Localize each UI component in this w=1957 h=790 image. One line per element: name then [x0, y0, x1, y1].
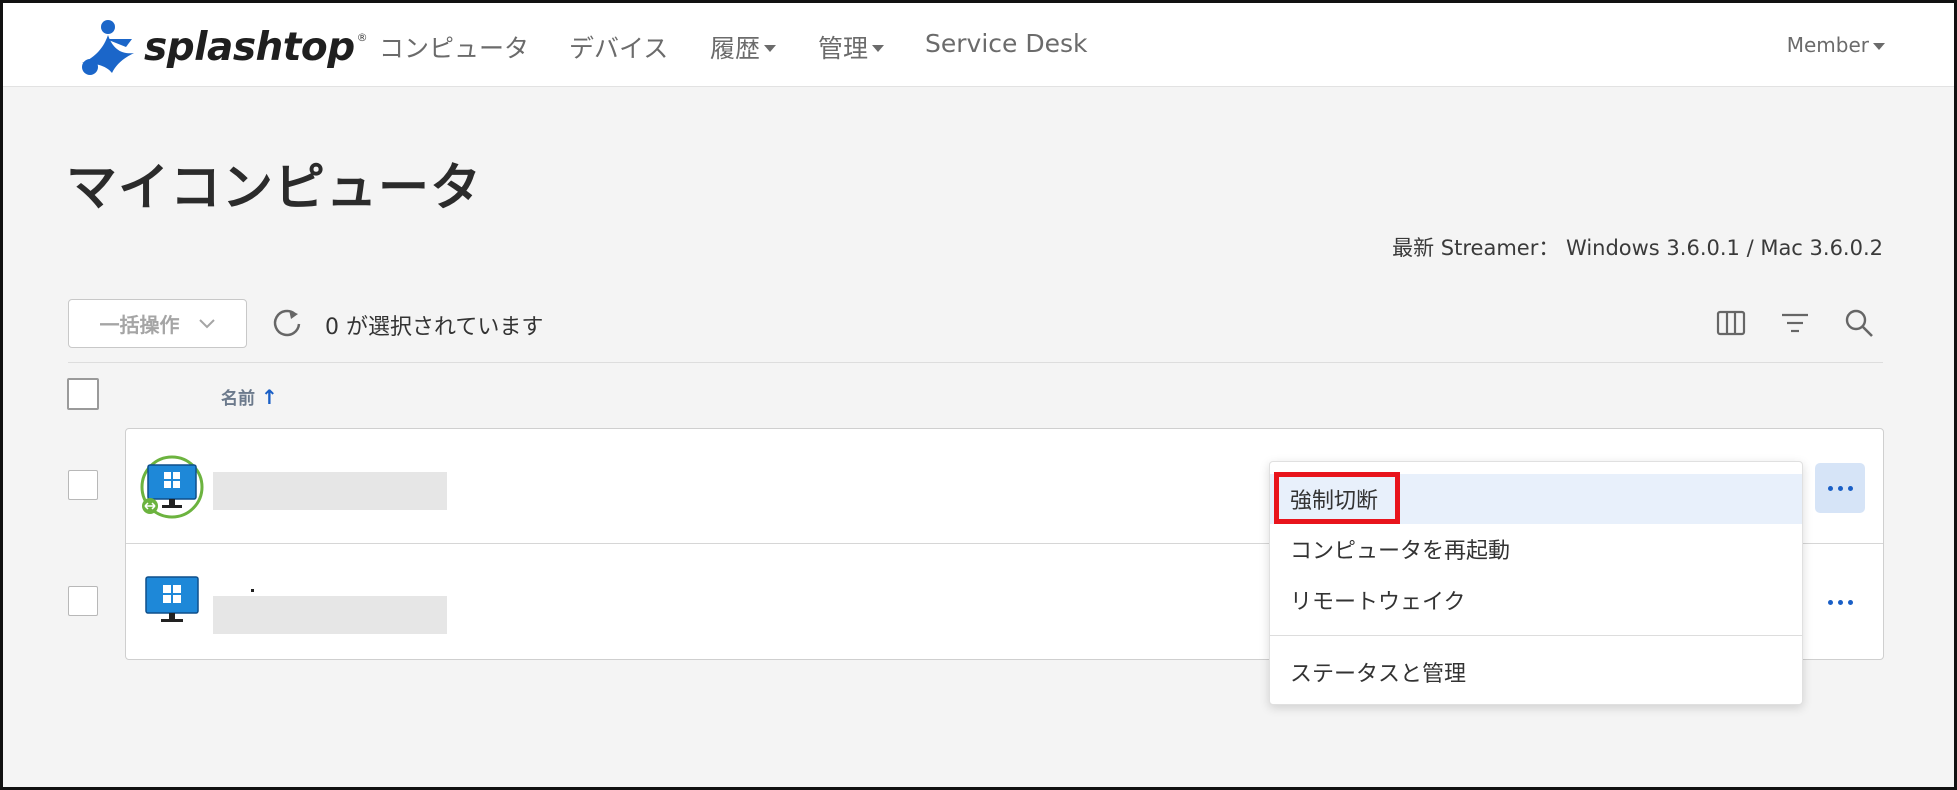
bulk-actions-label: 一括操作 [99, 313, 180, 337]
name-column-label: 名前 [221, 389, 255, 409]
nav-service-desk[interactable]: Service Desk [925, 29, 1087, 58]
refresh-icon[interactable] [271, 306, 305, 344]
dot [1827, 599, 1833, 605]
menu-item-label: 強制切断 [1290, 489, 1379, 514]
member-label: Member [1786, 33, 1869, 57]
row-checkbox[interactable] [68, 586, 98, 616]
menu-divider [1270, 635, 1802, 636]
caret-down-icon [872, 45, 885, 52]
dot [1847, 599, 1853, 605]
computer-name-redacted[interactable] [213, 472, 447, 510]
name-text-fragment [251, 589, 254, 592]
splashtop-logo[interactable]: splashtop ® [76, 17, 368, 77]
toolbar-divider [68, 362, 1883, 363]
columns-icon[interactable] [1715, 307, 1747, 343]
computer-name-redacted[interactable] [213, 596, 447, 634]
member-menu[interactable]: Member [1787, 33, 1885, 57]
nav-manage-dropdown[interactable]: 管理 [818, 29, 885, 65]
app-window: splashtop ® コンピュータ デバイス 履歴 管理 Service De… [0, 0, 1957, 790]
filter-icon[interactable] [1779, 307, 1811, 343]
windows-computer-connected-icon [140, 455, 204, 523]
select-all-checkbox[interactable] [67, 378, 99, 410]
nav-devices[interactable]: デバイス [569, 29, 668, 65]
nav-computers[interactable]: コンピュータ [379, 29, 529, 65]
search-icon[interactable] [1843, 307, 1875, 343]
more-actions-button[interactable] [1815, 463, 1865, 513]
menu-item-restart-computer[interactable]: コンピュータを再起動 [1270, 524, 1802, 574]
caret-down-icon [764, 45, 777, 52]
dot [1847, 485, 1853, 491]
menu-item-status-and-manage[interactable]: ステータスと管理 [1270, 647, 1802, 697]
row-checkbox[interactable] [68, 470, 98, 500]
top-navigation: splashtop ® コンピュータ デバイス 履歴 管理 Service De… [3, 3, 1954, 87]
menu-item-label: コンピュータを再起動 [1290, 539, 1511, 564]
nav-history-label: 履歴 [710, 34, 761, 63]
windows-computer-icon [144, 575, 200, 629]
menu-item-force-disconnect[interactable]: 強制切断 [1270, 474, 1802, 524]
dot [1827, 485, 1833, 491]
nav-manage-label: 管理 [818, 34, 869, 63]
splashtop-logo-icon [82, 20, 134, 75]
selected-count-text: 0 が選択されています [325, 315, 544, 340]
logo-wordmark: splashtop [144, 24, 355, 70]
nav-history-dropdown[interactable]: 履歴 [710, 29, 777, 65]
more-actions-button[interactable] [1815, 577, 1865, 627]
page-title: マイコンピュータ [66, 159, 483, 218]
nav-devices-label: デバイス [569, 34, 669, 63]
nav-computers-label: コンピュータ [379, 34, 530, 63]
chevron-down-icon [198, 318, 215, 328]
menu-item-remote-wake[interactable]: リモートウェイク [1270, 575, 1802, 625]
dot [1837, 599, 1843, 605]
registered-mark: ® [356, 31, 368, 44]
row-actions-menu: 強制切断 コンピュータを再起動 リモートウェイク ステータスと管理 [1269, 461, 1803, 705]
name-column-header[interactable]: 名前 ↑ [221, 384, 278, 410]
dot [1837, 485, 1843, 491]
sort-ascending-icon: ↑ [261, 384, 278, 409]
menu-item-label: リモートウェイク [1290, 590, 1466, 615]
menu-item-label: ステータスと管理 [1290, 662, 1467, 687]
nav-service-desk-label: Service Desk [925, 29, 1088, 58]
latest-streamer-info: 最新 Streamer： Windows 3.6.0.1 / Mac 3.6.0… [1392, 236, 1883, 260]
caret-down-icon [1873, 43, 1885, 50]
bulk-actions-button[interactable]: 一括操作 [68, 299, 247, 348]
